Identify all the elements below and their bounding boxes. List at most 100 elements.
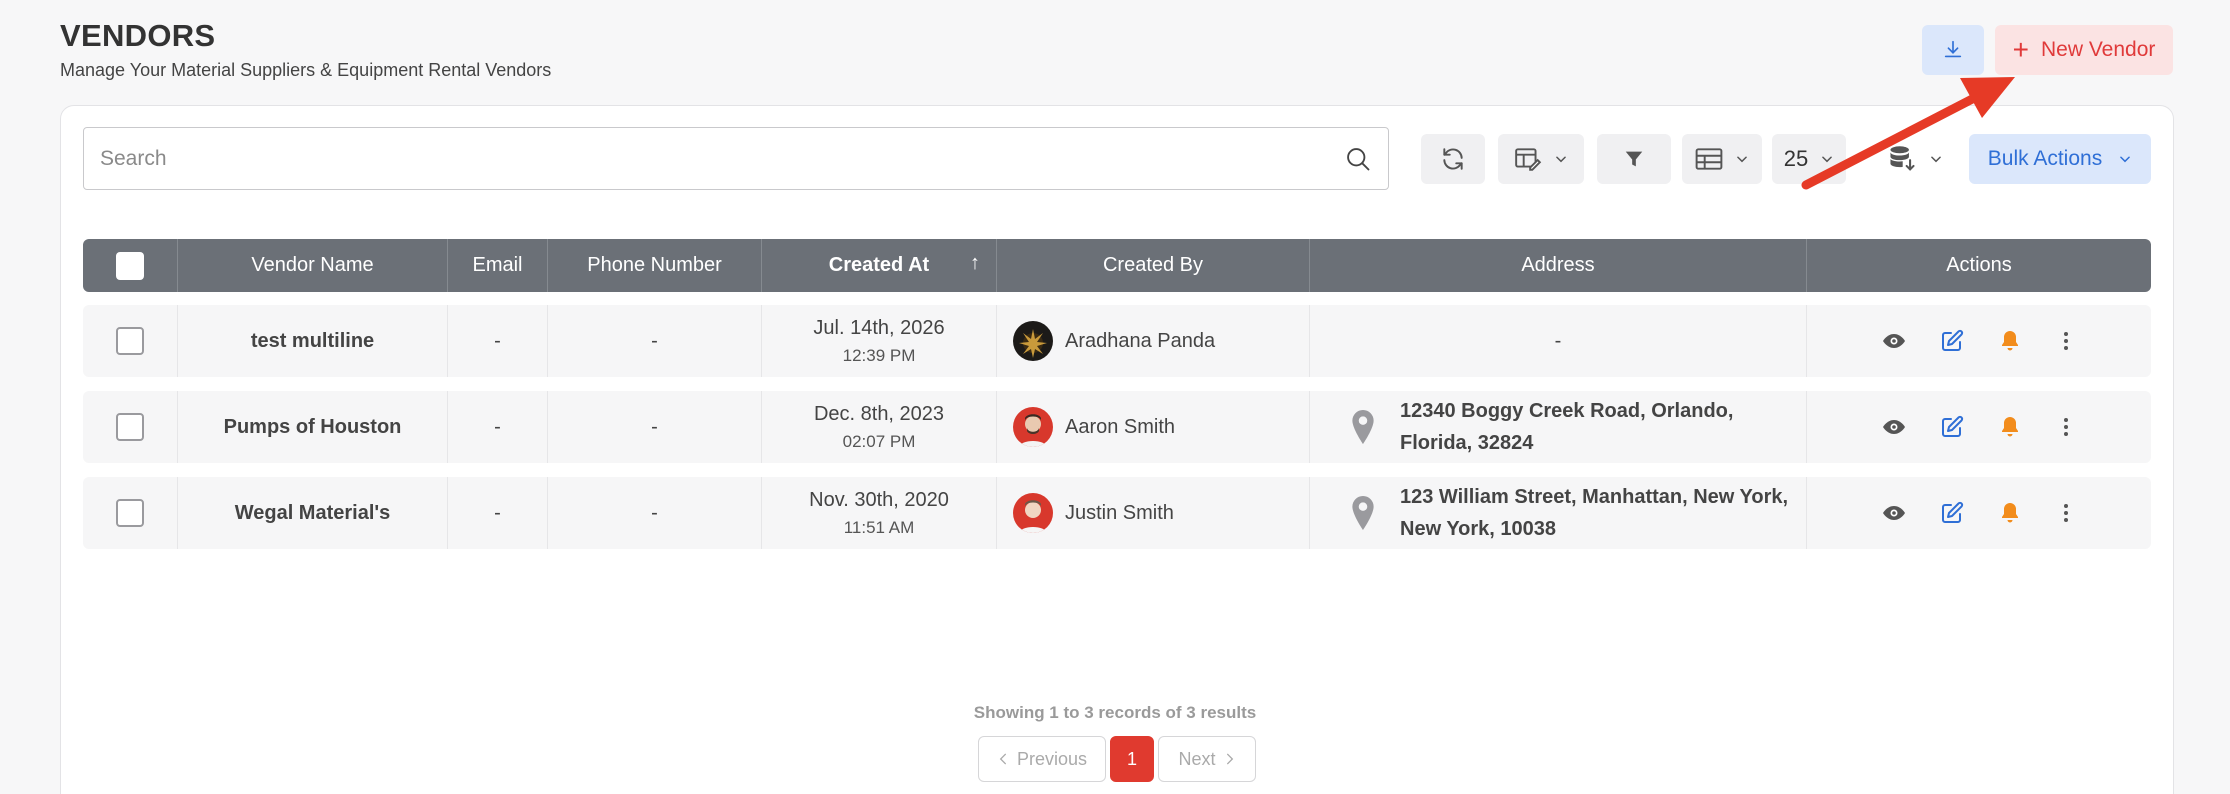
address-cell: 12340 Boggy Creek Road, Orlando, Florida…: [1310, 391, 1807, 463]
table-layout-icon: [1695, 148, 1723, 170]
actions-cell: [1807, 477, 2151, 549]
sort-ascending-icon: ↑: [970, 252, 980, 274]
chevron-left-icon: [999, 753, 1006, 765]
next-label: Next: [1178, 748, 1216, 769]
address-text: 12340 Boggy Creek Road, Orlando, Florida…: [1400, 400, 1734, 454]
table-layout-dropdown[interactable]: [1682, 134, 1762, 184]
filter-button[interactable]: [1597, 134, 1671, 184]
created-at-label: Created At: [828, 254, 930, 276]
row-checkbox[interactable]: [116, 499, 144, 527]
plus-icon: +: [2012, 34, 2029, 65]
new-vendor-label: New Vendor: [2040, 38, 2156, 61]
map-pin-icon: [1352, 496, 1374, 530]
bulk-actions-label: Bulk Actions: [1987, 147, 2103, 170]
created-by-cell: Aaron Smith: [997, 391, 1310, 463]
address-text: 123 William Street, Manhattan, New York,…: [1400, 486, 1789, 540]
vendor-phone: -: [548, 391, 762, 463]
page-size-select[interactable]: 25: [1772, 134, 1846, 184]
created-by-name: Aradhana Panda: [1065, 329, 1216, 352]
chevron-down-icon: [1931, 156, 1941, 163]
refresh-button[interactable]: [1421, 134, 1485, 184]
created-at-cell: Jul. 14th, 2026 12:39 PM: [762, 305, 997, 377]
table-header: Vendor Name Email Phone Number Created A…: [83, 239, 2151, 292]
address-cell: -: [1310, 305, 1807, 377]
column-header-created-at[interactable]: Created At ↑: [762, 239, 997, 292]
search-icon[interactable]: [1344, 145, 1372, 173]
more-options-icon[interactable]: [2056, 501, 2076, 525]
created-by-name: Aaron Smith: [1065, 415, 1176, 438]
edit-icon[interactable]: [1940, 415, 1964, 439]
page-number-button[interactable]: 1: [1110, 736, 1154, 782]
vendor-phone: -: [548, 477, 762, 549]
chevron-right-icon: [1226, 753, 1233, 765]
page-title: VENDORS: [60, 18, 216, 53]
map-pin-icon: [1352, 410, 1374, 444]
vendor-name[interactable]: Pumps of Houston: [178, 391, 448, 463]
row-checkbox[interactable]: [116, 413, 144, 441]
created-by-cell: Justin Smith: [997, 477, 1310, 549]
previous-label: Previous: [1016, 748, 1088, 769]
table-row[interactable]: test multiline - - Jul. 14th, 2026 12:39…: [83, 305, 2151, 377]
column-header-address[interactable]: Address: [1310, 239, 1807, 292]
search-box[interactable]: [83, 127, 1389, 190]
next-page-button[interactable]: Next: [1158, 736, 1256, 782]
row-select-cell: [83, 305, 178, 377]
table-row[interactable]: Pumps of Houston - - Dec. 8th, 2023 02:0…: [83, 391, 2151, 463]
created-date: Dec. 8th, 2023: [813, 402, 945, 425]
chevron-down-icon: [1737, 156, 1747, 163]
edit-icon[interactable]: [1940, 501, 1964, 525]
view-icon[interactable]: [1882, 415, 1906, 439]
bulk-actions-dropdown[interactable]: Bulk Actions: [1969, 134, 2151, 184]
table-row[interactable]: Wegal Material's - - Nov. 30th, 2020 11:…: [83, 477, 2151, 549]
download-button[interactable]: [1922, 25, 1984, 75]
created-at-cell: Dec. 8th, 2023 02:07 PM: [762, 391, 997, 463]
created-by-cell: Aradhana Panda: [997, 305, 1310, 377]
pagination-summary: Showing 1 to 3 records of 3 results: [973, 703, 1257, 722]
created-at-cell: Nov. 30th, 2020 11:51 AM: [762, 477, 997, 549]
view-icon[interactable]: [1882, 329, 1906, 353]
vendor-name[interactable]: Wegal Material's: [178, 477, 448, 549]
chevron-down-icon: [1556, 156, 1566, 163]
actions-cell: [1807, 391, 2151, 463]
filter-icon: [1625, 151, 1643, 167]
search-input[interactable]: [100, 146, 1344, 171]
bell-icon[interactable]: [1998, 501, 2022, 525]
previous-page-button[interactable]: Previous: [978, 736, 1106, 782]
bell-icon[interactable]: [1998, 415, 2022, 439]
more-options-icon[interactable]: [2056, 329, 2076, 353]
refresh-icon: [1443, 148, 1463, 170]
row-checkbox[interactable]: [116, 327, 144, 355]
column-edit-dropdown[interactable]: [1498, 134, 1584, 184]
page-subtitle: Manage Your Material Suppliers & Equipme…: [60, 60, 552, 80]
download-icon: [1944, 40, 1962, 58]
select-all-checkbox[interactable]: [116, 251, 144, 280]
chevron-down-icon: [1822, 156, 1833, 163]
row-select-cell: [83, 391, 178, 463]
column-edit-icon: [1515, 148, 1542, 171]
column-header-phone[interactable]: Phone Number: [548, 239, 762, 292]
created-time: 11:51 AM: [843, 517, 915, 537]
column-header-vendor-name[interactable]: Vendor Name: [178, 239, 448, 292]
created-by-name: Justin Smith: [1065, 501, 1174, 524]
database-export-icon: [1890, 146, 1915, 171]
page-header: VENDORS Manage Your Material Suppliers &…: [60, 18, 551, 81]
column-header-email[interactable]: Email: [448, 239, 548, 292]
created-date: Jul. 14th, 2026: [813, 316, 945, 339]
view-icon[interactable]: [1882, 501, 1906, 525]
avatar: [1013, 407, 1053, 447]
avatar: [1013, 493, 1053, 533]
column-header-created-by[interactable]: Created By: [997, 239, 1310, 292]
vendor-name[interactable]: test multiline: [178, 305, 448, 377]
row-select-cell: [83, 477, 178, 549]
created-time: 12:39 PM: [842, 345, 916, 365]
page-size-value: 25: [1783, 146, 1809, 171]
new-vendor-button[interactable]: + New Vendor: [1995, 25, 2173, 75]
select-all-cell: [83, 239, 178, 292]
bell-icon[interactable]: [1998, 329, 2022, 353]
database-export-dropdown[interactable]: [1875, 134, 1955, 184]
edit-icon[interactable]: [1940, 329, 1964, 353]
vendor-email: -: [448, 305, 548, 377]
actions-cell: [1807, 305, 2151, 377]
more-options-icon[interactable]: [2056, 415, 2076, 439]
vendor-email: -: [448, 391, 548, 463]
